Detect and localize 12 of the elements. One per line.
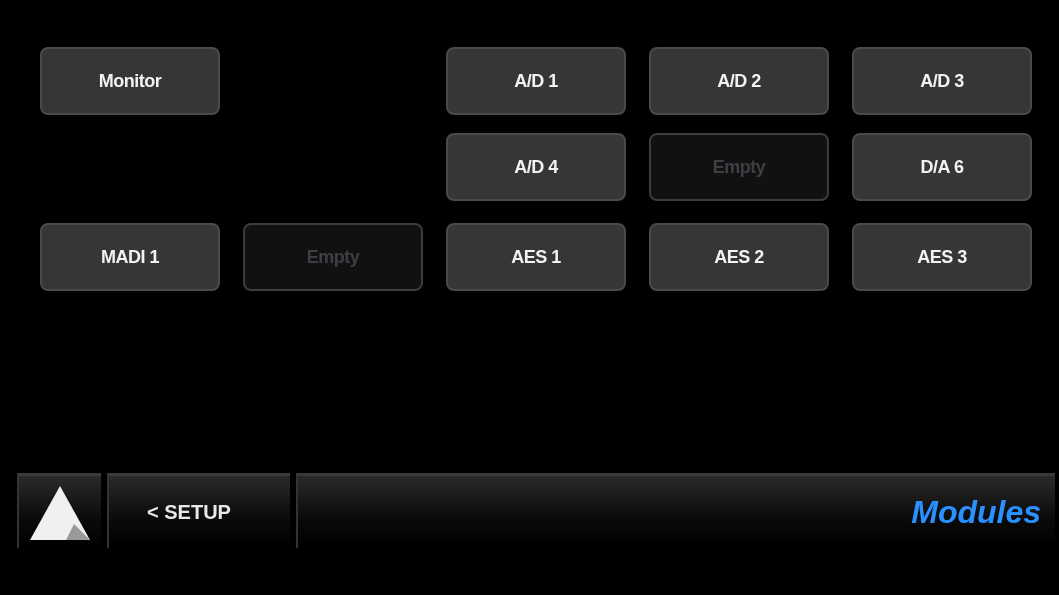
module-button[interactable]: A/D 2 [649,47,829,115]
module-button[interactable]: AES 1 [446,223,626,291]
module-button[interactable]: D/A 6 [852,133,1032,201]
module-button[interactable]: A/D 3 [852,47,1032,115]
module-button[interactable]: AES 3 [852,223,1032,291]
module-button[interactable]: A/D 1 [446,47,626,115]
page-title: Modules [911,493,1041,531]
back-button[interactable]: < SETUP [107,473,290,548]
module-button[interactable]: Monitor [40,47,220,115]
module-button[interactable]: A/D 4 [446,133,626,201]
module-button[interactable]: MADI 1 [40,223,220,291]
module-button[interactable]: AES 2 [649,223,829,291]
